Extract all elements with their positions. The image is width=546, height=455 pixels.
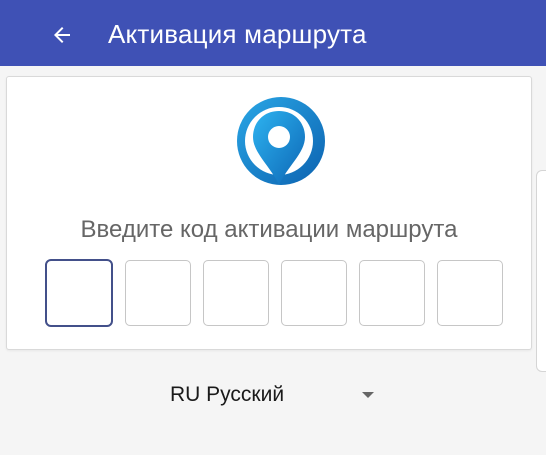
page-title: Активация маршрута (108, 19, 367, 49)
code-digit-2[interactable] (125, 260, 191, 326)
location-pin-logo (237, 97, 325, 185)
language-selector[interactable]: RU Русский (160, 370, 390, 420)
app-bar: Активация маршрута (0, 0, 546, 66)
code-digit-5[interactable] (359, 260, 425, 326)
adjacent-card-edge (536, 170, 546, 372)
activation-card: Введите код активации маршрута (6, 76, 532, 350)
arrow-left-icon (54, 27, 70, 43)
code-digit-4[interactable] (281, 260, 347, 326)
back-button[interactable] (38, 13, 86, 57)
code-digit-6[interactable] (437, 260, 503, 326)
code-digit-1[interactable] (45, 259, 113, 327)
activation-code-input (45, 259, 503, 330)
activation-prompt: Введите код активации маршрута (80, 216, 458, 243)
language-selected-value: RU Русский (170, 383, 285, 406)
code-digit-3[interactable] (203, 260, 269, 326)
dropdown-arrow-icon (362, 392, 374, 398)
